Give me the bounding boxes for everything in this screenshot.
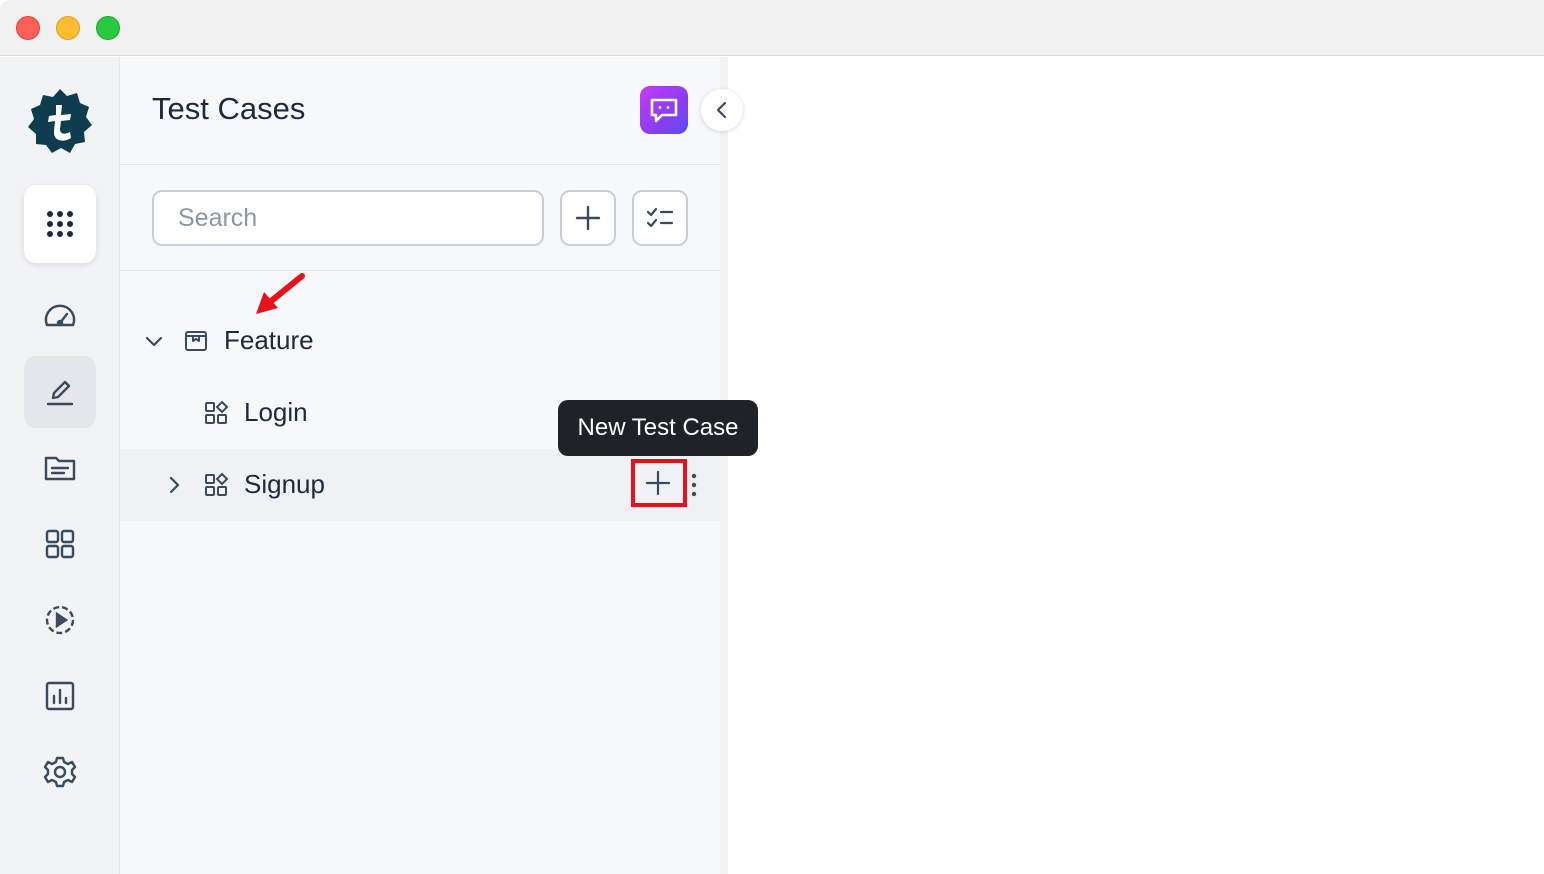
zoom-window-button[interactable] (96, 16, 120, 40)
checklist-icon (646, 207, 674, 228)
ai-assistant-button[interactable] (640, 86, 688, 134)
bulk-select-button[interactable] (632, 190, 688, 246)
play-circle-icon (45, 605, 75, 635)
close-window-button[interactable] (16, 16, 40, 40)
rail-apps-button[interactable] (24, 185, 96, 263)
tree-node-label: Feature (224, 325, 314, 355)
minimize-window-button[interactable] (56, 16, 80, 40)
module-icon (205, 472, 229, 496)
tree-node-label: Signup (244, 469, 325, 499)
panel-toolbar (120, 165, 720, 271)
pencil-edit-icon (46, 380, 74, 406)
nav-rail (0, 57, 120, 874)
search-input[interactable] (152, 190, 544, 246)
rail-documents-button[interactable] (24, 432, 96, 504)
rail-test-cases-button[interactable] (24, 356, 96, 428)
annotation-arrow-icon (256, 273, 305, 314)
chevron-left-icon (716, 101, 727, 119)
collapse-panel-button[interactable] (701, 89, 743, 131)
add-button[interactable] (560, 190, 616, 246)
chevron-right-icon[interactable] (162, 473, 186, 497)
rail-dashboard-button[interactable] (24, 281, 96, 353)
page-title: Test Cases (152, 91, 306, 126)
tree-node-label: Login (244, 397, 308, 427)
app-logo (28, 89, 92, 153)
bar-chart-icon (45, 681, 75, 711)
rail-runs-button[interactable] (24, 584, 96, 656)
plus-icon (645, 470, 671, 496)
panel-resize-handle[interactable] (720, 57, 728, 874)
main-content (728, 57, 1544, 874)
tooltip: New Test Case (558, 400, 758, 456)
more-options-button[interactable] (686, 471, 702, 499)
plus-icon (575, 205, 601, 231)
panel-header: Test Cases (120, 57, 720, 165)
suite-box-icon (185, 331, 207, 351)
window-titlebar (0, 0, 1544, 56)
tree-node-signup[interactable]: Signup (120, 449, 720, 521)
test-cases-panel: Test Cases Search Feature Login Signup (120, 57, 720, 874)
kebab-menu-icon (691, 473, 697, 497)
tree-node-feature[interactable]: Feature (120, 305, 720, 377)
folder-icon (44, 456, 76, 481)
chevron-down-icon[interactable] (142, 329, 166, 353)
speedometer-icon (44, 304, 76, 327)
module-icon (205, 400, 229, 424)
rail-settings-button[interactable] (24, 736, 96, 808)
new-test-case-button[interactable] (633, 461, 683, 505)
rail-reports-button[interactable] (24, 660, 96, 732)
rail-modules-button[interactable] (24, 508, 96, 580)
gear-icon (43, 756, 77, 788)
squares-grid-icon (45, 529, 75, 559)
chat-bot-icon (650, 98, 678, 123)
grid-dots-icon (47, 211, 73, 237)
